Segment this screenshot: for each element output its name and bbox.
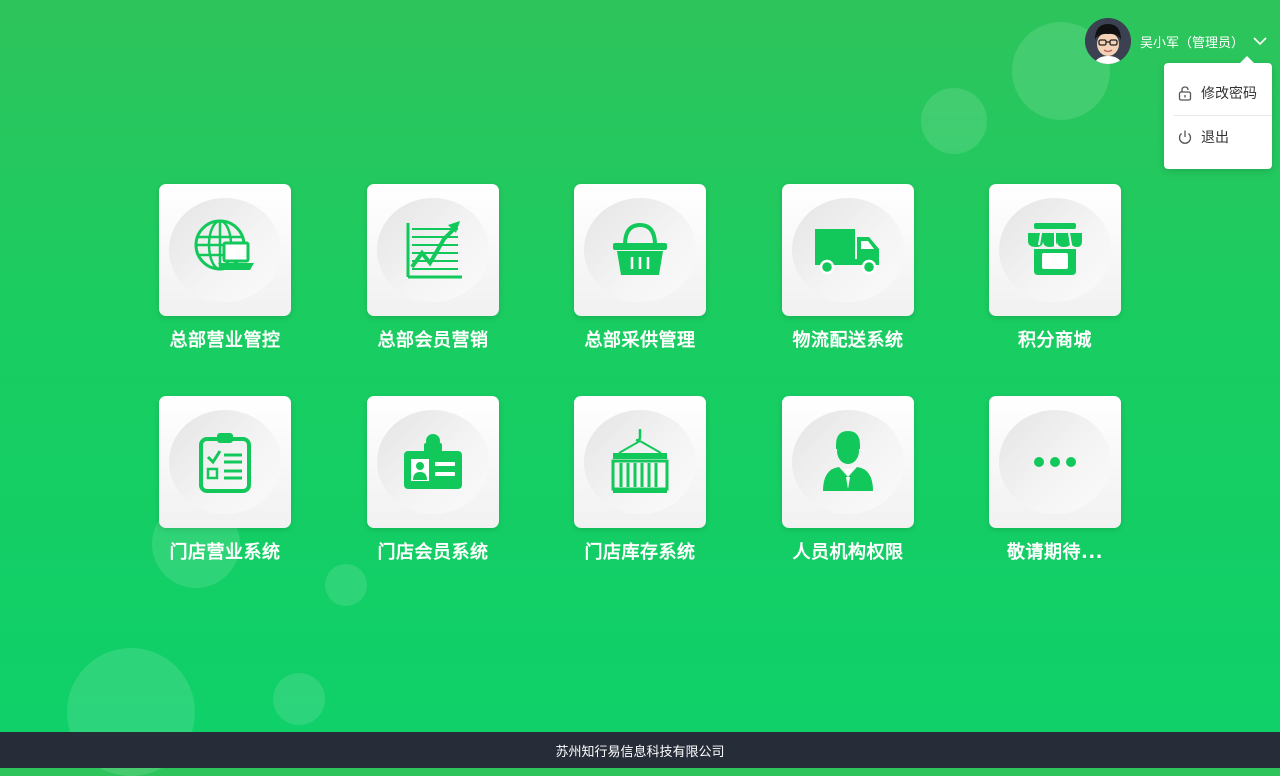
background-bubble (921, 88, 987, 154)
user-dropdown-menu: 修改密码 退出 (1164, 56, 1272, 169)
app-card[interactable] (159, 396, 291, 528)
app-tile-hq-member-marketing[interactable]: 总部会员营销 (367, 184, 499, 352)
lock-icon (1178, 86, 1192, 101)
app-label: 敬请期待... (1006, 542, 1103, 563)
username-label: 吴小军（管理员） (1140, 35, 1245, 51)
app-tile-store-inventory[interactable]: 门店库存系统 (574, 396, 706, 564)
background-bubble (325, 564, 367, 606)
app-card[interactable] (782, 396, 914, 528)
avatar[interactable] (1085, 18, 1131, 64)
app-icon-disc (377, 198, 489, 302)
logout-label: 退出 (1201, 130, 1229, 146)
app-icon-disc (584, 410, 696, 514)
background-bubble (273, 673, 325, 725)
app-card[interactable] (782, 184, 914, 316)
app-label: 门店会员系统 (377, 542, 489, 563)
change-password-label: 修改密码 (1201, 86, 1257, 102)
app-tile-points-mall[interactable]: 积分商城 (989, 184, 1121, 352)
app-card[interactable] (574, 396, 706, 528)
more-dots-icon (1034, 457, 1076, 467)
app-label: 总部会员营销 (377, 330, 489, 351)
app-card[interactable] (989, 396, 1121, 528)
app-icon-disc (792, 410, 904, 514)
app-label: 门店库存系统 (584, 542, 696, 563)
app-tile-hq-procurement[interactable]: 总部采供管理 (574, 184, 706, 352)
app-icon-disc (792, 198, 904, 302)
app-icon-disc (169, 410, 281, 514)
chevron-down-icon[interactable] (1252, 33, 1268, 49)
app-card[interactable] (989, 184, 1121, 316)
app-label: 总部营业管控 (169, 330, 281, 351)
globe-laptop-icon (194, 219, 254, 271)
app-card[interactable] (367, 396, 499, 528)
store-icon (1028, 223, 1082, 275)
company-name: 苏州知行易信息科技有限公司 (555, 744, 725, 760)
app-card[interactable] (574, 184, 706, 316)
change-password-item[interactable]: 修改密码 (1164, 71, 1272, 115)
footer: 苏州知行易信息科技有限公司 (0, 732, 1280, 768)
app-icon-disc (377, 410, 489, 514)
app-tile-hq-business[interactable]: 总部营业管控 (159, 184, 291, 352)
app-tile-store-business[interactable]: 门店营业系统 (159, 396, 291, 564)
app-label: 人员机构权限 (792, 542, 904, 563)
app-icon-disc (999, 410, 1111, 514)
app-tile-coming-soon[interactable]: 敬请期待... (989, 396, 1121, 564)
growth-chart-icon (406, 221, 462, 279)
id-badge-icon (404, 434, 462, 489)
basket-icon (613, 222, 667, 275)
app-card[interactable] (367, 184, 499, 316)
app-card[interactable] (159, 184, 291, 316)
app-label: 总部采供管理 (584, 330, 696, 351)
logout-item[interactable]: 退出 (1164, 115, 1272, 159)
app-icon-disc (169, 198, 281, 302)
person-icon (823, 431, 873, 491)
app-icon-disc (999, 198, 1111, 302)
app-label: 物流配送系统 (792, 330, 904, 351)
truck-icon (815, 229, 879, 275)
container-crane-icon (611, 429, 669, 493)
app-label: 门店营业系统 (169, 542, 281, 563)
app-icon-disc (584, 198, 696, 302)
checklist-clipboard-icon (199, 433, 251, 493)
app-tile-staff-permissions[interactable]: 人员机构权限 (782, 396, 914, 564)
power-icon (1178, 130, 1192, 144)
app-label: 积分商城 (1018, 330, 1092, 351)
app-tile-store-member[interactable]: 门店会员系统 (367, 396, 499, 564)
app-tile-logistics[interactable]: 物流配送系统 (782, 184, 914, 352)
